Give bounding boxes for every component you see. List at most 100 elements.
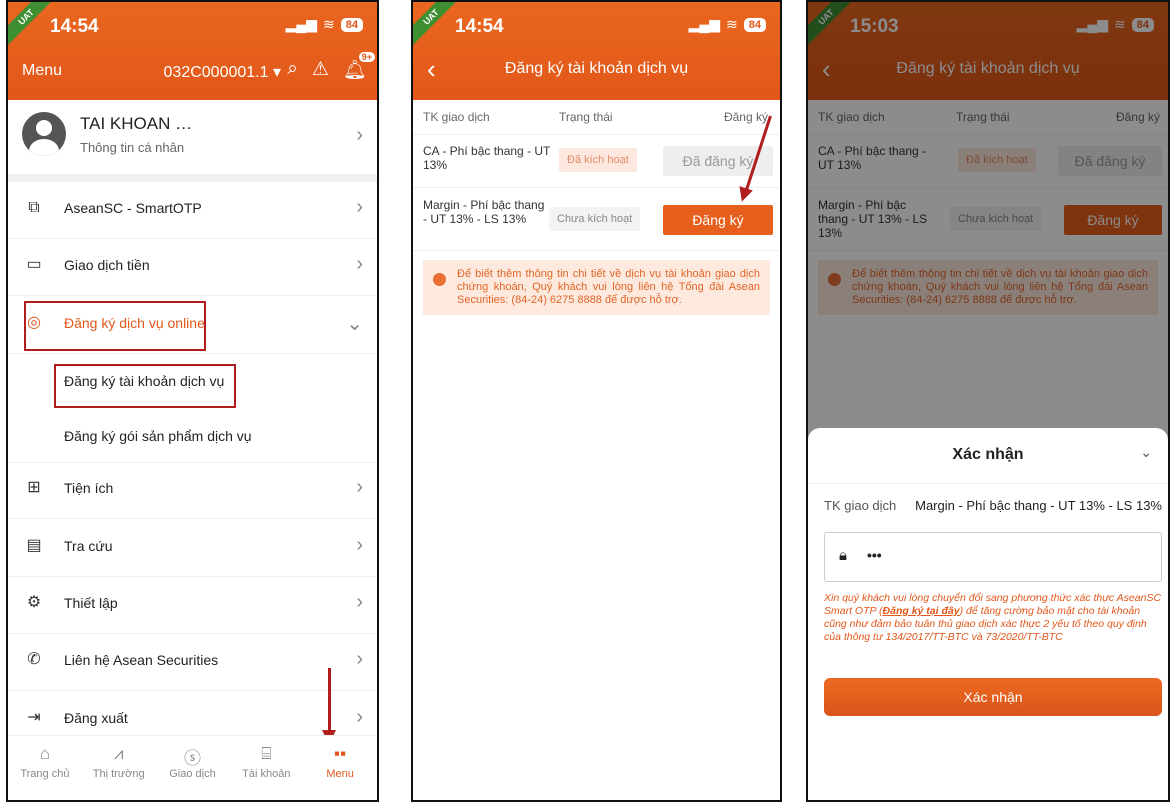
- table-row: CA - Phí bậc thang - UT 13% Đã kích hoạt…: [413, 135, 780, 188]
- menu-title: Menu: [22, 62, 63, 79]
- menu-item-label: Đăng xuất: [64, 710, 128, 726]
- bottom-tab-bar: ⌂ Trang chủ ⩘ Thị trường ⓢ Giao dịch ⌸ Tài k…: [8, 735, 377, 800]
- otp-device-icon: ⧉: [28, 199, 40, 216]
- info-note: Để biết thêm thông tin chi tiết về dịch …: [423, 260, 770, 315]
- page-header: UAT 14:54 ▂▄▆ ≋ 84 ‹ Đăng ký tài khoản d…: [413, 2, 780, 100]
- tab-label: Tài khoản: [242, 768, 291, 780]
- menu-item-label: AseanSC - SmartOTP: [64, 200, 202, 216]
- avatar: [22, 112, 66, 156]
- tab-account[interactable]: ⌸ Tài khoản: [229, 736, 303, 800]
- profile-name: TAI KHOAN …: [80, 114, 193, 133]
- profile-row[interactable]: TAI KHOAN … Thông tin cá nhân ›: [8, 100, 377, 174]
- column-header: Trạng thái: [559, 110, 613, 124]
- chevron-right-icon: ›: [356, 253, 363, 275]
- sheet-title: Xác nhận: [952, 446, 1024, 463]
- chevron-down-icon[interactable]: ⌄: [1140, 444, 1152, 461]
- bell-icon[interactable]: 🔔︎ 9+: [343, 52, 375, 82]
- menu-item-lookup[interactable]: ▤ Tra cứu ›: [8, 520, 377, 577]
- profile-subtitle: Thông tin cá nhân: [80, 140, 185, 155]
- chevron-right-icon: ›: [356, 476, 363, 498]
- wallet-icon: ▭: [26, 256, 42, 273]
- phone-icon: ✆: [27, 651, 41, 668]
- annotation-highlight-box: [54, 364, 236, 408]
- chevron-right-icon: ›: [356, 591, 363, 613]
- wifi-icon: ≋: [323, 16, 335, 32]
- column-header: TK giao dịch: [423, 110, 490, 124]
- status-badge: Đã kích hoạt: [559, 148, 637, 172]
- table-row: Margin - Phí bậc thang - UT 13% - LS 13%…: [413, 188, 780, 251]
- tab-market[interactable]: ⩘ Thị trường: [82, 736, 156, 800]
- menu-item-label: Tiện ích: [64, 480, 114, 496]
- lock-icon: 🔒︎: [839, 547, 847, 564]
- gear-icon: ⚙: [26, 594, 42, 611]
- market-chart-icon: ⩘: [113, 744, 124, 763]
- column-header: Đăng ký: [723, 110, 768, 124]
- confirm-button[interactable]: Xác nhận: [824, 678, 1162, 716]
- status-time: 14:54: [50, 16, 99, 37]
- tab-label: Thị trường: [92, 768, 145, 780]
- account-label: TK giao dịch: [824, 498, 897, 513]
- chevron-right-icon: ›: [356, 706, 363, 728]
- account-name: Margin - Phí bậc thang - UT 13% - LS 13%: [423, 198, 545, 226]
- chevron-right-icon: ›: [356, 648, 363, 670]
- otp-warning-text: Xin quý khách vui lòng chuyển đổi sang p…: [824, 592, 1162, 644]
- status-badge: Chưa kích hoạt: [549, 207, 641, 231]
- bank-icon: ⌸: [261, 744, 272, 763]
- tab-label: Menu: [326, 768, 354, 780]
- menu-item-utility[interactable]: ⊞ Tiện ích ›: [8, 462, 377, 519]
- warning-icon[interactable]: ⚠: [312, 58, 329, 82]
- annotation-highlight-box: [24, 301, 206, 351]
- menu-header: UAT 14:54 ▂▄▆ ≋ 84 Menu 032C000001.1 ▾ ⌕…: [8, 2, 377, 100]
- menu-item-settings[interactable]: ⚙ Thiết lập ›: [8, 577, 377, 634]
- menu-item-label: Thiết lập: [64, 595, 118, 611]
- register-button[interactable]: Đăng ký: [663, 205, 773, 235]
- grid-plus-icon: ⊞: [27, 479, 41, 496]
- chevron-right-icon: ›: [356, 196, 363, 218]
- annotation-arrow: [328, 668, 331, 734]
- signal-icon: ▂▄▆: [688, 16, 721, 32]
- phone-menu-screen: UAT 14:54 ▂▄▆ ≋ 84 Menu 032C000001.1 ▾ ⌕…: [6, 0, 379, 802]
- battery-icon: 84: [743, 17, 766, 32]
- notification-badge: 9+: [358, 52, 375, 62]
- account-value: Margin - Phí bậc thang - UT 13% - LS 13%: [915, 498, 1162, 513]
- menu-grid-icon: ▪▪: [334, 744, 347, 763]
- menu-item-label: Liên hệ Asean Securities: [64, 652, 219, 668]
- account-selector[interactable]: 032C000001.1 ▾: [164, 62, 281, 82]
- logout-icon: ⇥: [27, 709, 41, 726]
- chevron-down-icon: ⌄: [346, 313, 363, 335]
- password-input[interactable]: 🔒︎ •••: [824, 532, 1162, 582]
- account-name: CA - Phí bậc thang - UT 13%: [423, 144, 551, 172]
- menu-item-label: Tra cứu: [64, 538, 113, 554]
- phone-confirm-screen: UAT 15:03 ▂▄▆ ≋ 84 ‹ Đăng ký tài khoản d…: [806, 0, 1170, 802]
- search-icon[interactable]: ⌕: [287, 58, 298, 82]
- tab-menu[interactable]: ▪▪ Menu: [303, 736, 377, 800]
- menu-item-smartotp[interactable]: ⧉ AseanSC - SmartOTP ›: [8, 182, 377, 239]
- section-divider: [8, 174, 377, 182]
- document-icon: ▤: [26, 537, 42, 554]
- menu-item-money-transaction[interactable]: ▭ Giao dịch tiền ›: [8, 239, 377, 296]
- tab-trade[interactable]: ⓢ Giao dịch: [156, 736, 230, 800]
- page-title: Đăng ký tài khoản dịch vụ: [504, 60, 689, 77]
- status-time: 14:54: [455, 16, 504, 37]
- home-icon: ⌂: [39, 744, 51, 763]
- menu-item-contact[interactable]: ✆ Liên hệ Asean Securities ›: [8, 634, 377, 691]
- submenu-item-label: Đăng ký gói sản phẩm dịch vụ: [64, 428, 252, 444]
- tab-label: Giao dịch: [169, 768, 216, 780]
- phone-service-account-screen: UAT 14:54 ▂▄▆ ≋ 84 ‹ Đăng ký tài khoản d…: [411, 0, 782, 802]
- confirm-bottom-sheet: Xác nhận ⌄ TK giao dịch Margin - Phí bậc…: [808, 428, 1168, 800]
- submenu-item-service-package[interactable]: Đăng ký gói sản phẩm dịch vụ: [8, 408, 377, 463]
- info-note-text: Để biết thêm thông tin chi tiết về dịch …: [457, 268, 760, 306]
- header-actions: ⌕ ⚠ 🔔︎ 9+: [287, 52, 375, 82]
- battery-icon: 84: [340, 17, 363, 32]
- tab-home[interactable]: ⌂ Trang chủ: [8, 736, 82, 800]
- info-dot-icon: [433, 273, 446, 286]
- chevron-right-icon: ›: [356, 534, 363, 556]
- tab-label: Trang chủ: [20, 768, 70, 780]
- password-value: •••: [867, 547, 882, 563]
- table-header: TK giao dịch Trạng thái Đăng ký: [413, 100, 780, 135]
- menu-item-label: Giao dịch tiền: [64, 257, 150, 273]
- register-otp-link[interactable]: Đăng ký tại đây: [883, 605, 960, 617]
- dollar-icon: ⓢ: [183, 749, 201, 768]
- divider: [808, 483, 1168, 484]
- wifi-icon: ≋: [726, 16, 738, 32]
